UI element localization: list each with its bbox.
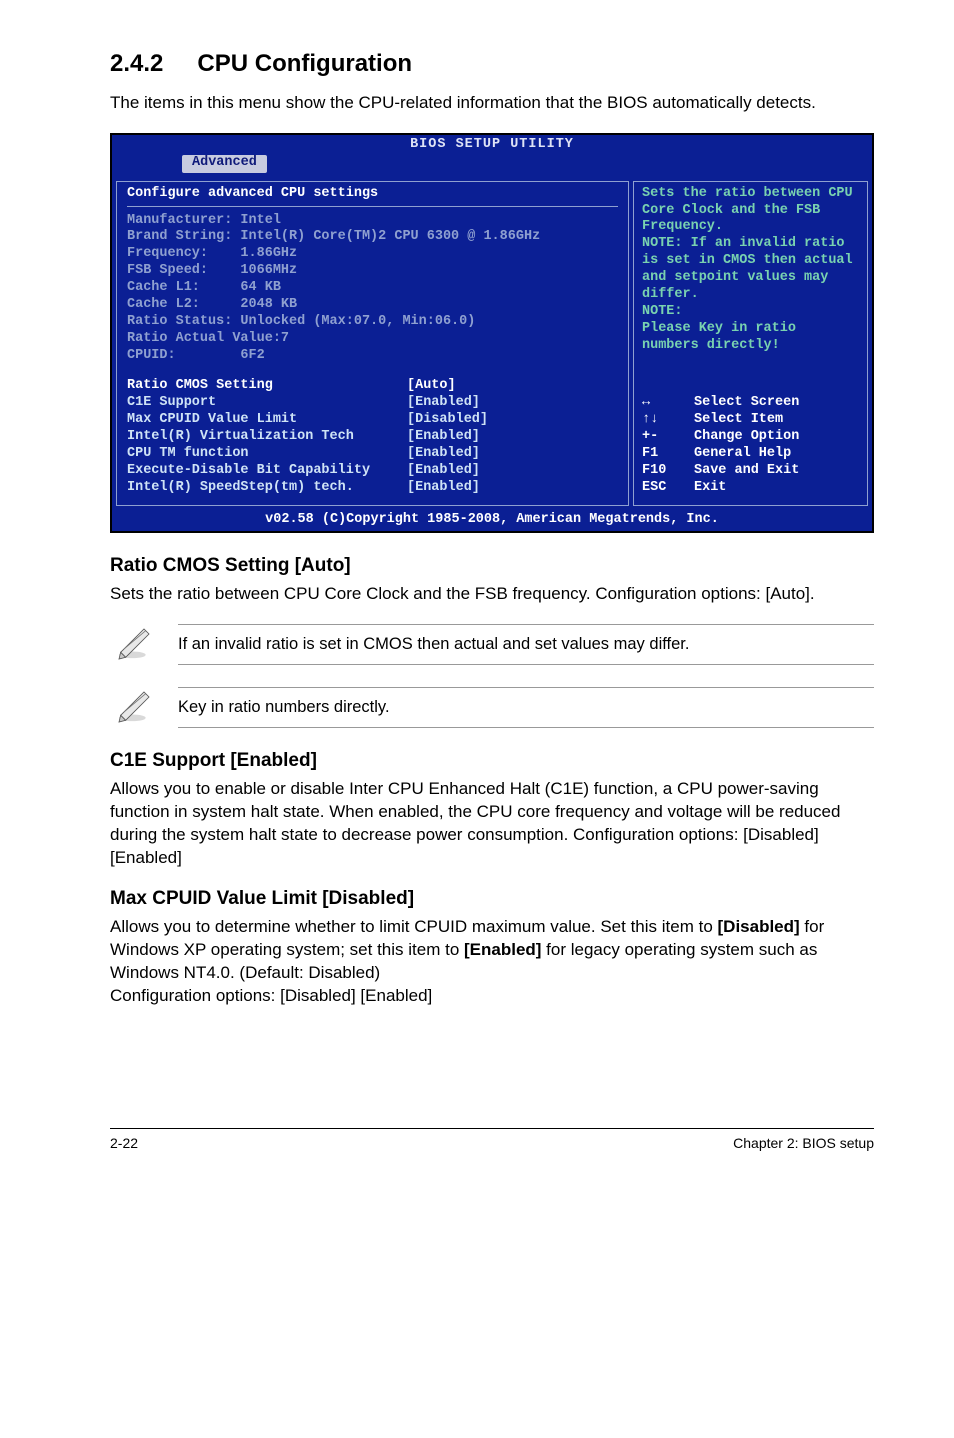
pencil-note-icon bbox=[110, 624, 158, 669]
cpuid-text: Allows you to determine whether to limit… bbox=[110, 916, 874, 1008]
note-1: If an invalid ratio is set in CMOS then … bbox=[110, 624, 874, 669]
bios-key-row: ↔Select Screen bbox=[642, 395, 859, 412]
page-number: 2-22 bbox=[110, 1135, 138, 1151]
bios-setting-row[interactable]: Intel(R) SpeedStep(tm) tech.[Enabled] bbox=[127, 480, 618, 497]
bios-key-desc: Exit bbox=[694, 480, 726, 497]
bios-setting-value: [Disabled] bbox=[407, 412, 488, 429]
bios-key: ↑↓ bbox=[642, 412, 694, 429]
cpuid-p1b: [Disabled] bbox=[718, 917, 800, 936]
note-2: Key in ratio numbers directly. bbox=[110, 687, 874, 732]
c1e-text: Allows you to enable or disable Inter CP… bbox=[110, 778, 874, 870]
ratio-text: Sets the ratio between CPU Core Clock an… bbox=[110, 583, 874, 606]
bios-setting-label: Execute-Disable Bit Capability bbox=[127, 463, 407, 480]
note-1-text: If an invalid ratio is set in CMOS then … bbox=[178, 624, 874, 665]
bios-key-desc: Save and Exit bbox=[694, 463, 799, 480]
pencil-note-icon bbox=[110, 687, 158, 732]
bios-key-desc: Select Screen bbox=[694, 395, 799, 412]
bios-setting-label: CPU TM function bbox=[127, 446, 407, 463]
bios-setting-value: [Enabled] bbox=[407, 429, 480, 446]
bios-key: +- bbox=[642, 429, 694, 446]
bios-key: F1 bbox=[642, 446, 694, 463]
bios-key-row: ESCExit bbox=[642, 480, 859, 497]
bios-key-desc: Select Item bbox=[694, 412, 783, 429]
bios-key-desc: Change Option bbox=[694, 429, 799, 446]
c1e-heading: C1E Support [Enabled] bbox=[110, 750, 874, 772]
bios-copyright: v02.58 (C)Copyright 1985-2008, American … bbox=[112, 510, 872, 532]
bios-key: F10 bbox=[642, 463, 694, 480]
cpuid-heading: Max CPUID Value Limit [Disabled] bbox=[110, 888, 874, 910]
bios-key-desc: General Help bbox=[694, 446, 791, 463]
bios-panel: BIOS SETUP UTILITY Advanced Configure ad… bbox=[110, 133, 874, 534]
bios-setting-row[interactable]: Ratio CMOS Setting[Auto] bbox=[127, 378, 618, 395]
cpu-info-block: Manufacturer: Intel Brand String: Intel(… bbox=[127, 213, 618, 365]
cpu-settings-list: Ratio CMOS Setting[Auto]C1E Support[Enab… bbox=[127, 378, 618, 496]
bios-left-title: Configure advanced CPU settings bbox=[127, 186, 618, 203]
bios-key-row: +-Change Option bbox=[642, 429, 859, 446]
page-footer: 2-22 Chapter 2: BIOS setup bbox=[110, 1128, 874, 1151]
bios-key-legend: ↔Select Screen↑↓Select Item+-Change Opti… bbox=[642, 395, 859, 496]
bios-setting-label: Intel(R) SpeedStep(tm) tech. bbox=[127, 480, 407, 497]
note-2-text: Key in ratio numbers directly. bbox=[178, 687, 874, 728]
section-heading: 2.4.2 CPU Configuration bbox=[110, 50, 874, 78]
bios-setting-value: [Enabled] bbox=[407, 395, 480, 412]
cpuid-p1d: [Enabled] bbox=[464, 940, 541, 959]
bios-setting-row[interactable]: Intel(R) Virtualization Tech[Enabled] bbox=[127, 429, 618, 446]
bios-setting-row[interactable]: CPU TM function[Enabled] bbox=[127, 446, 618, 463]
intro-paragraph: The items in this menu show the CPU-rela… bbox=[110, 92, 874, 115]
bios-setting-label: Intel(R) Virtualization Tech bbox=[127, 429, 407, 446]
bios-setting-value: [Enabled] bbox=[407, 446, 480, 463]
section-title-text: CPU Configuration bbox=[197, 50, 412, 77]
bios-setting-label: Ratio CMOS Setting bbox=[127, 378, 407, 395]
bios-setting-label: C1E Support bbox=[127, 395, 407, 412]
bios-key: ↔ bbox=[642, 395, 694, 412]
bios-setting-row[interactable]: C1E Support[Enabled] bbox=[127, 395, 618, 412]
chapter-label: Chapter 2: BIOS setup bbox=[733, 1135, 874, 1151]
bios-title: BIOS SETUP UTILITY bbox=[112, 135, 872, 155]
bios-setting-value: [Enabled] bbox=[407, 463, 480, 480]
bios-key-row: F10Save and Exit bbox=[642, 463, 859, 480]
tab-advanced[interactable]: Advanced bbox=[182, 155, 267, 173]
bios-key: ESC bbox=[642, 480, 694, 497]
bios-setting-label: Max CPUID Value Limit bbox=[127, 412, 407, 429]
bios-tab-bar: Advanced bbox=[112, 155, 872, 177]
cpuid-p1a: Allows you to determine whether to limit… bbox=[110, 917, 718, 936]
bios-left-pane: Configure advanced CPU settings Manufact… bbox=[116, 181, 629, 506]
section-number: 2.4.2 bbox=[110, 50, 163, 78]
bios-setting-value: [Auto] bbox=[407, 378, 456, 395]
bios-key-row: F1General Help bbox=[642, 446, 859, 463]
bios-help-text: Sets the ratio between CPU Core Clock an… bbox=[642, 186, 859, 355]
bios-setting-row[interactable]: Execute-Disable Bit Capability[Enabled] bbox=[127, 463, 618, 480]
cpuid-p2: Configuration options: [Disabled] [Enabl… bbox=[110, 986, 432, 1005]
bios-setting-value: [Enabled] bbox=[407, 480, 480, 497]
bios-setting-row[interactable]: Max CPUID Value Limit[Disabled] bbox=[127, 412, 618, 429]
bios-right-pane: Sets the ratio between CPU Core Clock an… bbox=[633, 181, 868, 506]
ratio-heading: Ratio CMOS Setting [Auto] bbox=[110, 555, 874, 577]
bios-key-row: ↑↓Select Item bbox=[642, 412, 859, 429]
